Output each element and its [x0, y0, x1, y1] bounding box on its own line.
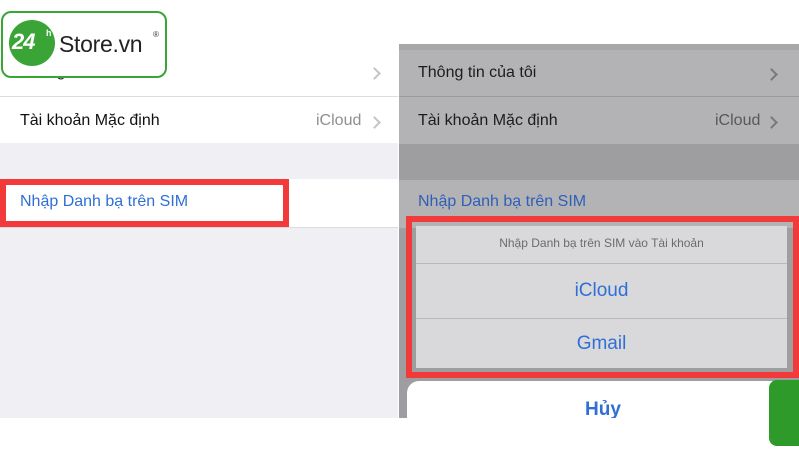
row-my-info[interactable]: Thông tin của tôi [399, 50, 799, 96]
row-my-info-label: Thông tin của tôi [418, 64, 537, 81]
section-gap [0, 143, 398, 179]
row-default-account-value: iCloud [715, 112, 761, 129]
chevron-right-icon [368, 67, 381, 80]
registered-icon: ® [153, 30, 159, 39]
import-sim-link[interactable]: Nhập Danh bạ trên SIM [418, 193, 586, 211]
logo-badge: 24 h [9, 20, 55, 66]
green-side-tab [769, 380, 799, 446]
section-gap [399, 144, 799, 180]
cancel-button[interactable]: Hủy [407, 381, 799, 423]
highlight-action-sheet [406, 216, 799, 378]
logo-superscript: h [46, 28, 52, 38]
row-default-account[interactable]: Tài khoản Mặc định iCloud [399, 97, 799, 144]
chevron-right-icon [765, 68, 778, 81]
store-logo: 24 h Store.vn ® [1, 11, 167, 78]
bottom-margin [0, 418, 799, 457]
chevron-right-icon [368, 116, 381, 129]
highlight-import-sim-left [0, 179, 289, 227]
chevron-right-icon [765, 116, 778, 129]
row-default-account-value: iCloud [316, 112, 362, 129]
row-default-account-label: Tài khoản Mặc định [20, 112, 160, 129]
row-default-account-label: Tài khoản Mặc định [418, 112, 558, 129]
logo-number: 24 [12, 29, 36, 54]
row-default-account[interactable]: Tài khoản Mặc định iCloud [0, 97, 398, 143]
logo-brand: Store.vn [59, 31, 143, 57]
section-gap [0, 228, 398, 418]
